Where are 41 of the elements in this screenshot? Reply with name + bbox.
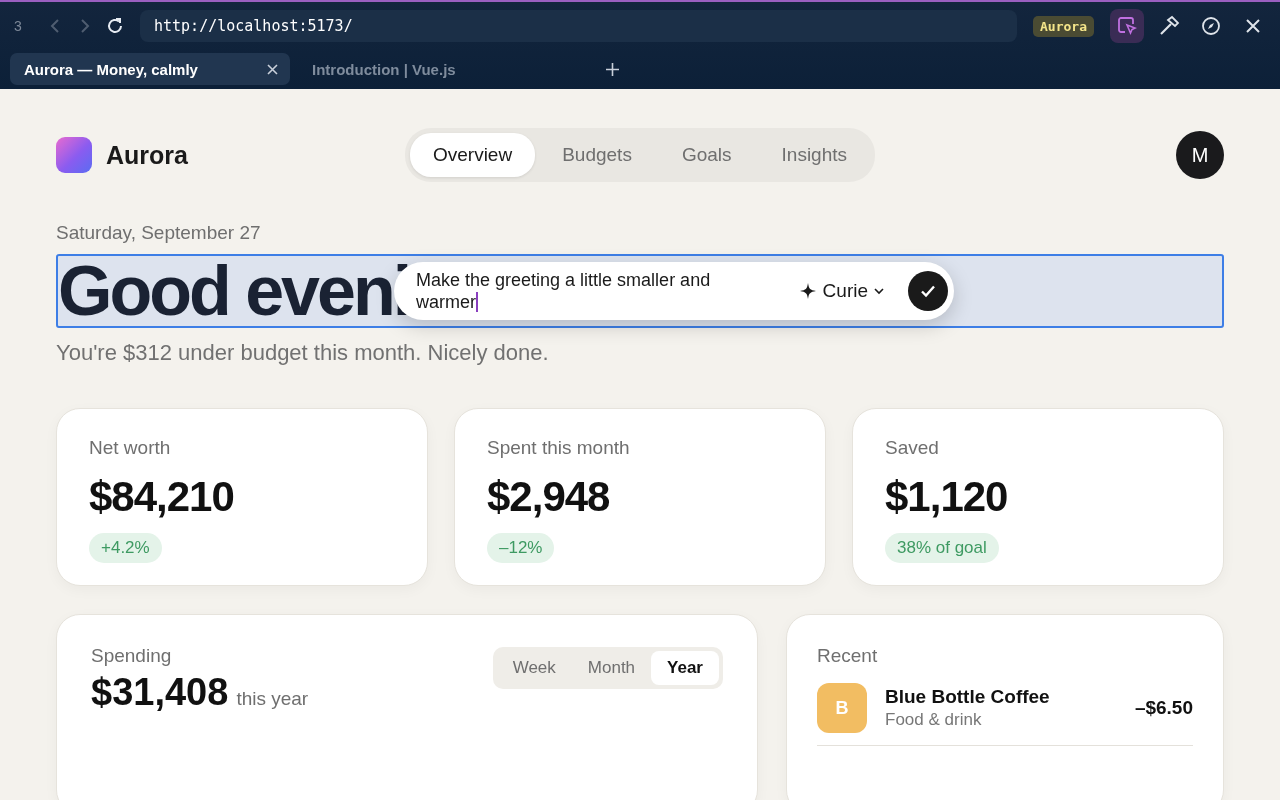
nav-tab[interactable]: Insights [758, 133, 870, 177]
app-logo [56, 137, 92, 173]
model-selector[interactable]: Curie [798, 280, 898, 302]
stat-value: $2,948 [487, 473, 611, 521]
stat-value: $84,210 [89, 473, 235, 521]
browser-tab[interactable]: Introduction | Vue.js [298, 53, 578, 85]
period-label: this year [236, 688, 309, 710]
budget-summary: You're $312 under budget this month. Nicely done. [56, 340, 550, 366]
stat-value: $1,120 [885, 473, 1009, 521]
browser-tab[interactable]: Aurora — Money, calmly [10, 53, 290, 85]
change-badge: –12% [487, 533, 555, 563]
recent-title: Recent [817, 645, 879, 667]
address-field[interactable]: http://localhost:5173/ [140, 10, 1018, 42]
change-badge: 38% of goal [885, 533, 999, 563]
merchant-icon: B [817, 683, 867, 733]
range-option[interactable]: Week [496, 651, 572, 685]
stat-label: Net worth [89, 437, 172, 459]
nav-tab[interactable]: Budgets [539, 133, 655, 177]
transaction-category: Food & drink [885, 710, 983, 730]
user-avatar[interactable]: M [1176, 131, 1224, 179]
nav-tab[interactable]: Goals [658, 133, 755, 177]
range-option[interactable]: Year [651, 651, 719, 685]
close-tab-icon[interactable] [267, 63, 278, 75]
brand-name: Aurora [106, 140, 188, 170]
prompt-input[interactable]: Make the greeting a little smaller and warmer [416, 269, 759, 313]
change-badge: +4.2% [89, 533, 162, 563]
element-picker-icon[interactable] [1110, 9, 1144, 43]
new-tab-icon[interactable] [606, 62, 619, 76]
transaction-amount: –$6.50 [1134, 697, 1193, 719]
spending-total: $31,408 [91, 671, 229, 714]
range-option[interactable]: Month [571, 651, 652, 685]
spending-label: Spending [91, 645, 173, 667]
merchant-name: Blue Bottle Coffee [885, 686, 1050, 708]
stat-label: Spent this month [487, 437, 631, 459]
stat-label: Saved [885, 437, 940, 459]
chevron-down-icon [874, 287, 884, 295]
date-label: Saturday, September 27 [56, 222, 262, 244]
submit-button[interactable] [908, 271, 948, 311]
tab-count: 3 [14, 18, 23, 34]
project-badge: Aurora [1033, 15, 1094, 37]
nav-tab[interactable]: Overview [409, 133, 536, 177]
